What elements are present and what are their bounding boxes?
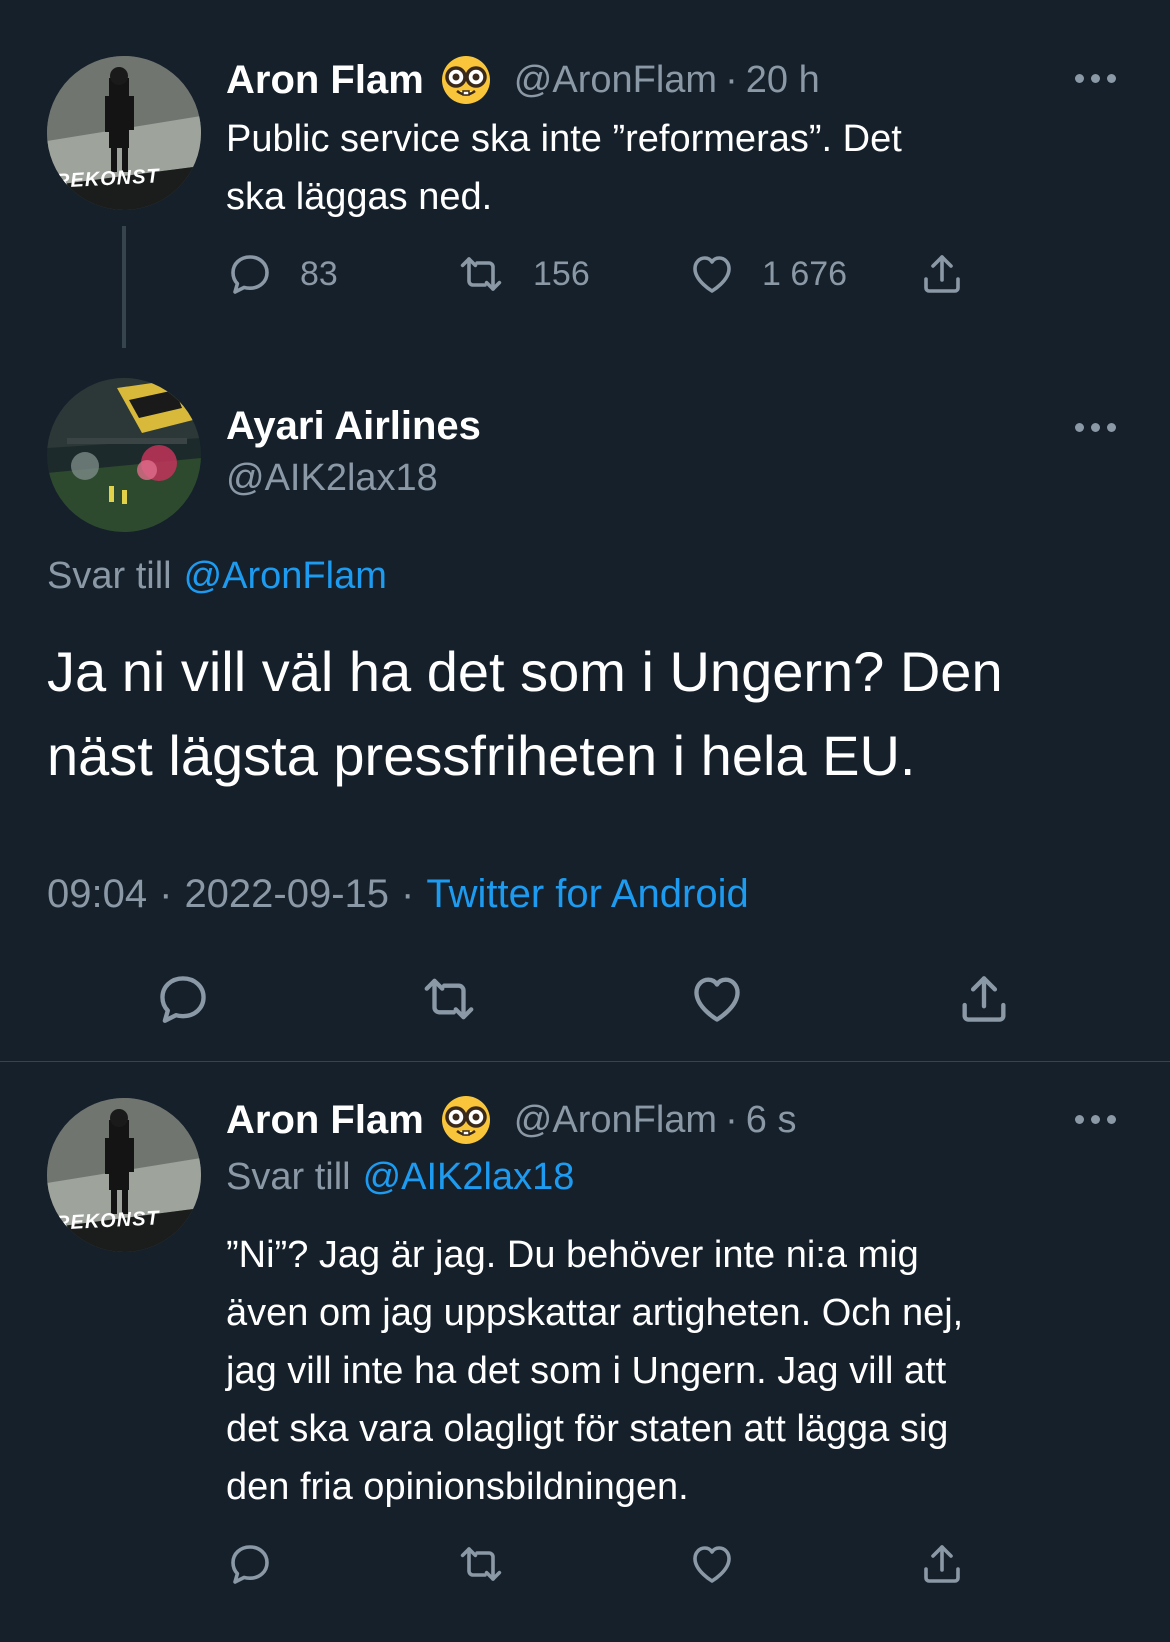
avatar-aron-flam[interactable]: REKONST (47, 1098, 201, 1252)
tweet-date: 2022-09-15 (184, 872, 390, 916)
retweet-icon (418, 970, 480, 1028)
separator: · (159, 872, 173, 916)
tweet1-text: Public service ska inte ”reformeras”. De… (226, 110, 1126, 226)
heart-icon (688, 1540, 736, 1588)
tweet3-line: jag vill inte ha det som i Ungern. Jag v… (226, 1350, 947, 1392)
separator: · (401, 872, 415, 916)
tweet-time: 09:04 (47, 872, 148, 916)
retweet-button[interactable] (418, 970, 480, 1028)
like-button[interactable] (688, 1540, 736, 1588)
heart-icon (688, 250, 736, 298)
main-tweet-line-2: näst lägsta pressfriheten i hela EU. (47, 724, 916, 787)
retweet-button[interactable]: 156 (455, 250, 590, 298)
reply-count: 83 (300, 254, 338, 293)
tweet1-line-2: ska läggas ned. (226, 176, 493, 218)
tweet3-line: den fria opinionsbildningen. (226, 1466, 689, 1508)
display-name[interactable]: Aron Flam (226, 1098, 424, 1143)
share-button[interactable] (918, 250, 966, 298)
display-name[interactable]: Aron Flam (226, 58, 424, 103)
handle[interactable]: @AronFlam (514, 59, 717, 102)
divider (0, 1061, 1170, 1062)
reply-context: Svar till @AronFlam (47, 555, 387, 598)
share-button[interactable] (955, 970, 1013, 1028)
reply-icon (226, 1540, 274, 1588)
retweet-icon (455, 250, 507, 298)
tweet3-header: Aron Flam @AronFlam · 6 s (226, 1094, 796, 1146)
separator: · (725, 1098, 738, 1141)
more-options-icon[interactable] (1075, 74, 1116, 83)
main-tweet-line-1: Ja ni vill väl ha det som i Ungern? Den (47, 640, 1003, 703)
separator: · (725, 58, 738, 101)
tweet1-line-1: Public service ska inte ”reformeras”. De… (226, 118, 902, 160)
retweet-count: 156 (533, 254, 590, 293)
timestamp[interactable]: 20 h (746, 59, 820, 102)
share-icon (918, 250, 966, 298)
tweet-meta: 09:04 · 2022-09-15 · Twitter for Android (47, 872, 749, 917)
nerd-face-icon (440, 54, 492, 106)
handle[interactable]: @AronFlam (514, 1099, 717, 1142)
timestamp[interactable]: 6 s (746, 1099, 797, 1142)
main-tweet-text: Ja ni vill väl ha det som i Ungern? Den … (47, 630, 1147, 798)
reply-button[interactable] (154, 970, 212, 1028)
tweet3-line: även om jag uppskattar artigheten. Och n… (226, 1292, 964, 1334)
like-button[interactable] (688, 970, 746, 1028)
retweet-icon (455, 1540, 507, 1588)
reply-icon (154, 970, 212, 1028)
reply-button[interactable] (226, 1540, 274, 1588)
reply-to-handle-link[interactable]: @AronFlam (184, 555, 387, 598)
display-name[interactable]: Ayari Airlines (226, 404, 481, 449)
avatar-aron-flam[interactable]: REKONST (47, 56, 201, 210)
share-button[interactable] (918, 1540, 966, 1588)
reply-button[interactable]: 83 (226, 250, 338, 298)
reply-context: Svar till @AIK2lax18 (226, 1156, 574, 1199)
reply-prefix: Svar till (226, 1156, 351, 1198)
nerd-face-icon (440, 1094, 492, 1146)
tweet3-text: ”Ni”? Jag är jag. Du behöver inte ni:a m… (226, 1226, 1146, 1516)
heart-icon (688, 970, 746, 1028)
share-icon (955, 970, 1013, 1028)
tweet-source-link[interactable]: Twitter for Android (426, 872, 748, 917)
tweet3-line: ”Ni”? Jag är jag. Du behöver inte ni:a m… (226, 1234, 919, 1276)
avatar-ayari-airlines[interactable] (47, 378, 201, 532)
retweet-button[interactable] (455, 1540, 507, 1588)
share-icon (918, 1540, 966, 1588)
reply-to-handle-link[interactable]: @AIK2lax18 (363, 1156, 575, 1199)
tweet3-line: det ska vara olagligt för staten att läg… (226, 1408, 949, 1450)
reply-icon (226, 250, 274, 298)
like-count: 1 676 (762, 254, 848, 293)
like-button[interactable]: 1 676 (688, 250, 847, 298)
tweet1-header: Aron Flam @AronFlam · 20 h (226, 54, 820, 106)
handle[interactable]: @AIK2lax18 (226, 457, 438, 500)
more-options-icon[interactable] (1075, 423, 1116, 432)
thread-connector-line (122, 226, 126, 348)
more-options-icon[interactable] (1075, 1115, 1116, 1124)
reply-prefix: Svar till (47, 555, 172, 597)
